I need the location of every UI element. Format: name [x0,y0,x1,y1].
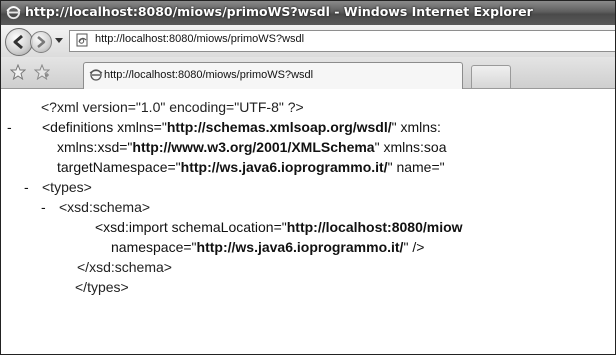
xml-text: </types> [75,279,129,295]
new-tab-button[interactable] [471,65,511,88]
recent-pages-dropdown[interactable] [55,38,63,43]
address-toolbar: http://localhost:8080/miows/primoWS?wsdl [1,25,615,57]
xml-attr-value: http://localhost:8080/miow [286,219,463,235]
tab-current[interactable]: http://localhost:8080/miows/primoWS?wsdl [83,62,463,89]
browser-window: http://localhost:8080/miows/primoWS?wsdl… [0,0,616,355]
favorites-star-icon[interactable] [10,64,26,80]
collapse-toggle[interactable]: - [41,197,46,217]
xml-attr-suffix: " xmlns:soa [374,139,447,155]
add-favorites-icon[interactable] [34,64,50,80]
xml-attr-suffix: " name=" [387,159,445,175]
xml-line: xmlns:xsd="http://www.w3.org/2001/XMLSch… [57,137,446,157]
xml-text: <types> [42,179,92,195]
forward-button[interactable] [30,31,52,53]
xml-attr-value: http://ws.java6.ioprogrammo.it/ [196,239,404,255]
xml-line: </xsd:schema> [77,257,172,277]
xml-line: <definitions xmlns="http://schemas.xmlso… [42,117,441,137]
xml-attr-suffix: " xmlns: [391,119,441,135]
address-url: http://localhost:8080/miows/primoWS?wsdl [95,33,305,45]
tab-label: http://localhost:8080/miows/primoWS?wsdl [104,69,314,81]
xml-text: <?xml version="1.0" encoding="UTF-8" ?> [41,99,304,115]
address-field[interactable]: http://localhost:8080/miows/primoWS?wsdl [69,30,615,52]
xml-line: targetNamespace="http://ws.java6.ioprogr… [57,157,445,177]
xml-line: </types> [75,277,129,297]
xml-attr-suffix: " /> [403,239,425,255]
page-icon [89,69,103,81]
collapse-toggle[interactable]: - [7,117,12,137]
xml-text: </xsd:schema> [77,259,172,275]
xml-line: <xsd:schema> [59,197,150,217]
xml-document-view: <?xml version="1.0" encoding="UTF-8" ?> -… [1,89,615,354]
xml-text: <xsd:schema> [59,199,151,215]
back-button[interactable] [5,28,33,56]
window-title: http://localhost:8080/miows/primoWS?wsdl… [25,4,533,19]
tab-bar: http://localhost:8080/miows/primoWS?wsdl [1,57,615,89]
xml-line: <?xml version="1.0" encoding="UTF-8" ?> [41,97,304,117]
collapse-toggle[interactable]: - [24,177,29,197]
xml-attr-prefix: targetNamespace=" [57,159,181,175]
title-bar[interactable]: http://localhost:8080/miows/primoWS?wsdl… [1,1,615,25]
page-icon [76,33,88,47]
xml-attr-value: http://ws.java6.ioprogrammo.it/ [180,159,388,175]
xml-attr-prefix: xmlns:xsd=" [57,139,133,155]
xml-attr-value: http://www.w3.org/2001/XMLSchema [132,139,375,155]
xml-line: <xsd:import schemaLocation="http://local… [95,217,463,237]
back-arrow-icon [13,34,23,50]
xml-attr-value: http://schemas.xmlsoap.org/wsdl/ [166,119,392,135]
xml-line: <types> [42,177,92,197]
xml-line: namespace="http://ws.java6.ioprogrammo.i… [111,237,424,257]
xml-attr-prefix: namespace=" [111,239,197,255]
ie-logo-icon [6,5,21,20]
xml-attr-prefix: <definitions xmlns=" [42,119,167,135]
forward-arrow-icon [37,36,46,48]
xml-attr-prefix: <xsd:import schemaLocation=" [95,219,287,235]
